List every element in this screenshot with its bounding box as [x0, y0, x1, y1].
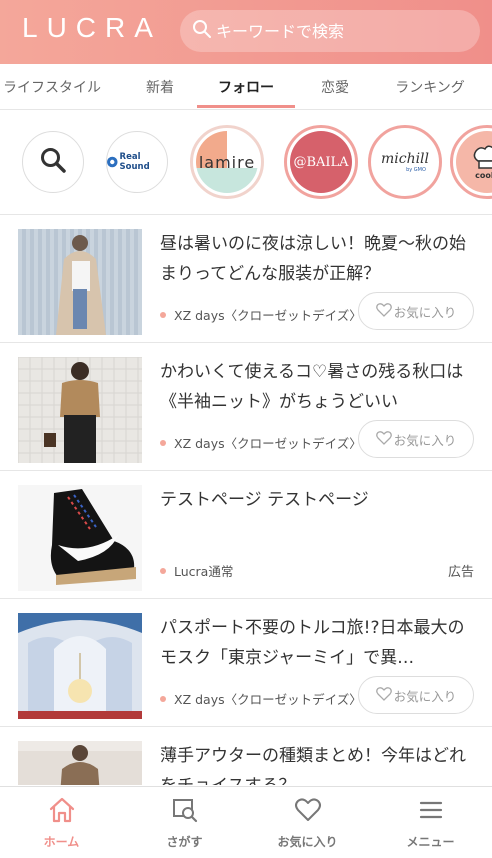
favorite-button[interactable]: お気に入り	[358, 676, 474, 714]
bottom-navigation: ホーム さがす お気に入り メニュー	[0, 786, 492, 858]
article-thumbnail	[18, 229, 142, 335]
search-icon	[171, 797, 199, 827]
article-item[interactable]: パスポート不要のトルコ旅!?日本最大のモスク「東京ジャーミイ」で異… XZ da…	[0, 599, 492, 727]
menu-icon	[417, 797, 445, 827]
article-source: XZ days〈クローゼットデイズ〉	[160, 433, 362, 452]
nav-favorites[interactable]: お気に入り	[246, 787, 369, 858]
heart-icon	[294, 797, 322, 827]
article-title[interactable]: テストページ テストページ	[160, 485, 472, 515]
nav-menu-label: メニュー	[406, 834, 455, 849]
nav-home[interactable]: ホーム	[0, 787, 123, 858]
search-icon	[39, 146, 67, 178]
article-item[interactable]: 昼は暑いのに夜は涼しい！晩夏〜秋の始まりってどんな服装が正解？ XZ days〈…	[0, 215, 492, 343]
source-dot	[160, 311, 166, 318]
followed-media-row: Real Sound lamire @BAILA michill by GMO …	[0, 111, 492, 215]
article-title[interactable]: かわいくて使えるコ♡暑さの残る秋口は《半袖ニット》がちょうどいい	[160, 357, 472, 417]
favorite-button[interactable]: お気に入り	[358, 292, 474, 330]
article-thumbnail	[18, 357, 142, 463]
tab-lifestyle[interactable]: ライフスタイル	[0, 64, 104, 110]
media-real-sound[interactable]: Real Sound	[106, 131, 168, 193]
tab-new[interactable]: 新着	[128, 64, 192, 110]
media-michill[interactable]: michill by GMO	[368, 125, 442, 199]
ad-badge: 広告	[447, 565, 474, 580]
article-title[interactable]: 薄手アウターの種類まとめ！今年はどれをチョイスする？	[160, 741, 472, 785]
article-title[interactable]: パスポート不要のトルコ旅!?日本最大のモスク「東京ジャーミイ」で異…	[160, 613, 472, 673]
article-thumbnail	[18, 613, 142, 719]
heart-icon	[375, 430, 392, 448]
nav-search-label: さがす	[166, 834, 203, 849]
app-header: LUCRA	[0, 0, 492, 64]
article-source: XZ days〈クローゼットデイズ〉	[160, 689, 362, 708]
article-title[interactable]: 昼は暑いのに夜は涼しい！晩夏〜秋の始まりってどんな服装が正解？	[160, 229, 472, 289]
real-sound-logo: Real Sound	[107, 152, 167, 172]
article-source: XZ days〈クローゼットデイズ〉	[160, 305, 362, 324]
category-tabs: ライフスタイル 新着 フォロー 恋愛 ランキング	[0, 64, 492, 110]
media-lamire[interactable]: lamire	[190, 125, 264, 199]
nav-search[interactable]: さがす	[123, 787, 246, 858]
lucra-logo[interactable]: LUCRA	[22, 12, 162, 44]
article-list: 昼は暑いのに夜は涼しい！晩夏〜秋の始まりってどんな服装が正解？ XZ days〈…	[0, 215, 492, 785]
source-dot	[160, 439, 166, 446]
nav-home-label: ホーム	[43, 834, 80, 849]
article-thumbnail	[18, 741, 142, 785]
chef-hat-icon	[473, 145, 492, 169]
search-bar[interactable]	[180, 10, 480, 52]
search-icon	[192, 19, 212, 43]
tab-ranking[interactable]: ランキング	[382, 64, 478, 110]
article-item[interactable]: 薄手アウターの種類まとめ！今年はどれをチョイスする？	[0, 727, 492, 785]
baila-logo: @BAILA	[290, 131, 352, 193]
michill-logo: michill by GMO	[374, 131, 436, 193]
source-dot	[160, 567, 166, 574]
nav-favorites-label: お気に入り	[277, 834, 338, 849]
home-icon	[48, 797, 76, 827]
source-dot	[160, 695, 166, 702]
media-baila[interactable]: @BAILA	[284, 125, 358, 199]
lamire-logo: lamire	[196, 131, 258, 193]
article-item-ad[interactable]: テストページ テストページ Lucra通常 広告	[0, 471, 492, 599]
heart-icon	[375, 302, 392, 320]
article-thumbnail	[18, 485, 142, 591]
article-source: Lucra通常	[160, 561, 233, 580]
tab-follow[interactable]: フォロー	[197, 64, 295, 110]
nav-menu[interactable]: メニュー	[369, 787, 492, 858]
media-search-button[interactable]	[22, 131, 84, 193]
tab-love[interactable]: 恋愛	[303, 64, 367, 110]
favorite-button[interactable]: お気に入り	[358, 420, 474, 458]
heart-icon	[375, 686, 392, 704]
cooking-logo: cooki	[456, 131, 492, 193]
search-input[interactable]	[216, 21, 466, 41]
article-item[interactable]: かわいくて使えるコ♡暑さの残る秋口は《半袖ニット》がちょうどいい XZ days…	[0, 343, 492, 471]
media-cooking[interactable]: cooki	[450, 125, 492, 199]
